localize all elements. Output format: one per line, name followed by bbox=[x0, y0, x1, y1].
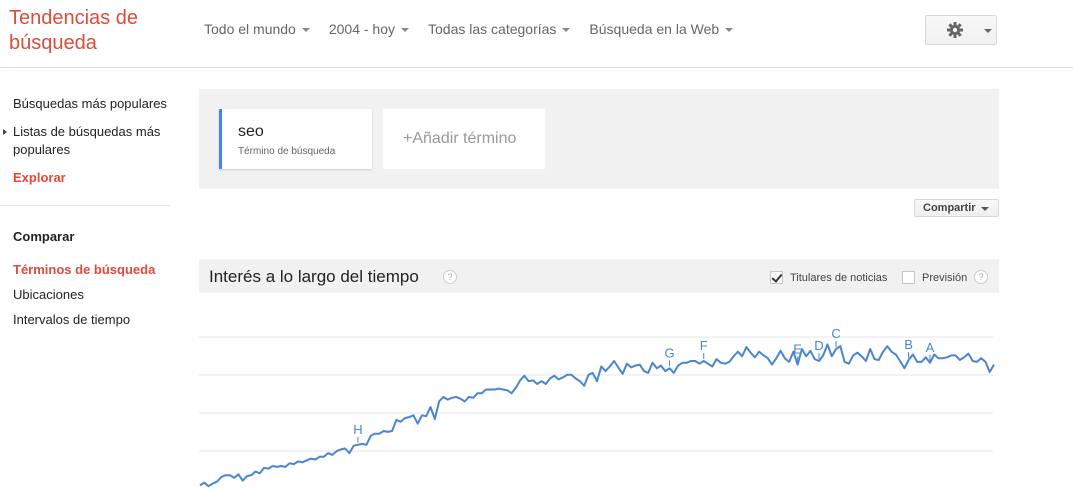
chevron-down-icon bbox=[301, 28, 310, 32]
app-logo[interactable]: Tendencias de búsqueda bbox=[9, 6, 169, 56]
filter-time-range-label: 2004 - hoy bbox=[328, 21, 396, 37]
chevron-down-icon bbox=[401, 28, 410, 32]
term-type-label: Término de búsqueda bbox=[238, 146, 336, 157]
sidebar-item-top-lists[interactable]: Listas de búsquedas más populares bbox=[13, 123, 173, 159]
chevron-down-icon bbox=[725, 28, 734, 32]
sidebar-divider bbox=[0, 205, 170, 206]
sidebar-item-locations[interactable]: Ubicaciones bbox=[13, 286, 84, 304]
filter-location-label: Todo el mundo bbox=[204, 21, 296, 37]
filter-time-range[interactable]: 2004 - hoy bbox=[328, 21, 410, 37]
settings-button[interactable] bbox=[925, 15, 997, 45]
caret-right-icon bbox=[3, 129, 7, 135]
forecast-checkbox[interactable] bbox=[902, 271, 915, 284]
annotation-label-h[interactable]: H bbox=[353, 422, 362, 437]
annotation-label-c[interactable]: C bbox=[831, 326, 840, 341]
add-term-button[interactable]: +Añadir término bbox=[383, 109, 545, 169]
annotation-label-f[interactable]: F bbox=[700, 338, 708, 353]
chevron-down-icon bbox=[562, 28, 571, 32]
annotation-label-a[interactable]: A bbox=[926, 340, 935, 355]
news-headlines-toggle[interactable]: Titulares de noticias bbox=[770, 271, 887, 284]
annotation-label-d[interactable]: D bbox=[814, 338, 823, 353]
filter-search-type-label: Búsqueda en la Web bbox=[589, 21, 720, 37]
news-headlines-label: Titulares de noticias bbox=[790, 271, 888, 284]
chevron-down-icon bbox=[984, 29, 992, 33]
sidebar-item-time-ranges[interactable]: Intervalos de tiempo bbox=[13, 311, 130, 329]
term-name: seo bbox=[238, 123, 264, 140]
news-headlines-checkbox[interactable] bbox=[770, 271, 783, 284]
sidebar-item-explore[interactable]: Explorar bbox=[13, 169, 66, 187]
share-button[interactable]: Compartir bbox=[914, 199, 999, 217]
help-icon[interactable]: ? bbox=[974, 270, 988, 284]
interest-over-time-chart: H G F E DC B A bbox=[199, 326, 995, 488]
term-panel: seo Término de búsqueda +Añadir término bbox=[199, 89, 999, 189]
annotation-label-e[interactable]: E bbox=[793, 342, 802, 357]
filter-search-type[interactable]: Búsqueda en la Web bbox=[589, 21, 734, 37]
filter-location[interactable]: Todo el mundo bbox=[204, 21, 310, 37]
filter-category[interactable]: Todas las categorías bbox=[428, 21, 571, 37]
share-button-label: Compartir bbox=[923, 202, 976, 214]
sidebar-compare-heading: Comparar bbox=[13, 229, 75, 244]
annotation-label-b[interactable]: B bbox=[904, 337, 913, 352]
sidebar-item-top-searches[interactable]: Búsquedas más populares bbox=[13, 95, 167, 113]
series-line-seo bbox=[199, 343, 995, 488]
chevron-down-icon bbox=[980, 207, 989, 211]
term-card[interactable]: seo Término de búsqueda bbox=[219, 109, 372, 169]
filter-category-label: Todas las categorías bbox=[428, 21, 557, 37]
gear-icon bbox=[947, 22, 963, 38]
filter-bar: Todo el mundo 2004 - hoy Todas las categ… bbox=[204, 21, 752, 37]
sidebar-item-search-terms[interactable]: Términos de búsqueda bbox=[13, 261, 155, 279]
interest-title: Interés a lo largo del tiempo bbox=[209, 267, 419, 286]
forecast-label: Previsión bbox=[922, 271, 968, 284]
app-header: Tendencias de búsqueda Todo el mundo 200… bbox=[0, 0, 1073, 68]
interest-header: Interés a lo largo del tiempo ? Titulare… bbox=[199, 259, 999, 293]
help-icon[interactable]: ? bbox=[443, 270, 457, 284]
annotation-label-g[interactable]: G bbox=[665, 345, 675, 360]
forecast-toggle[interactable]: Previsión bbox=[902, 271, 967, 284]
